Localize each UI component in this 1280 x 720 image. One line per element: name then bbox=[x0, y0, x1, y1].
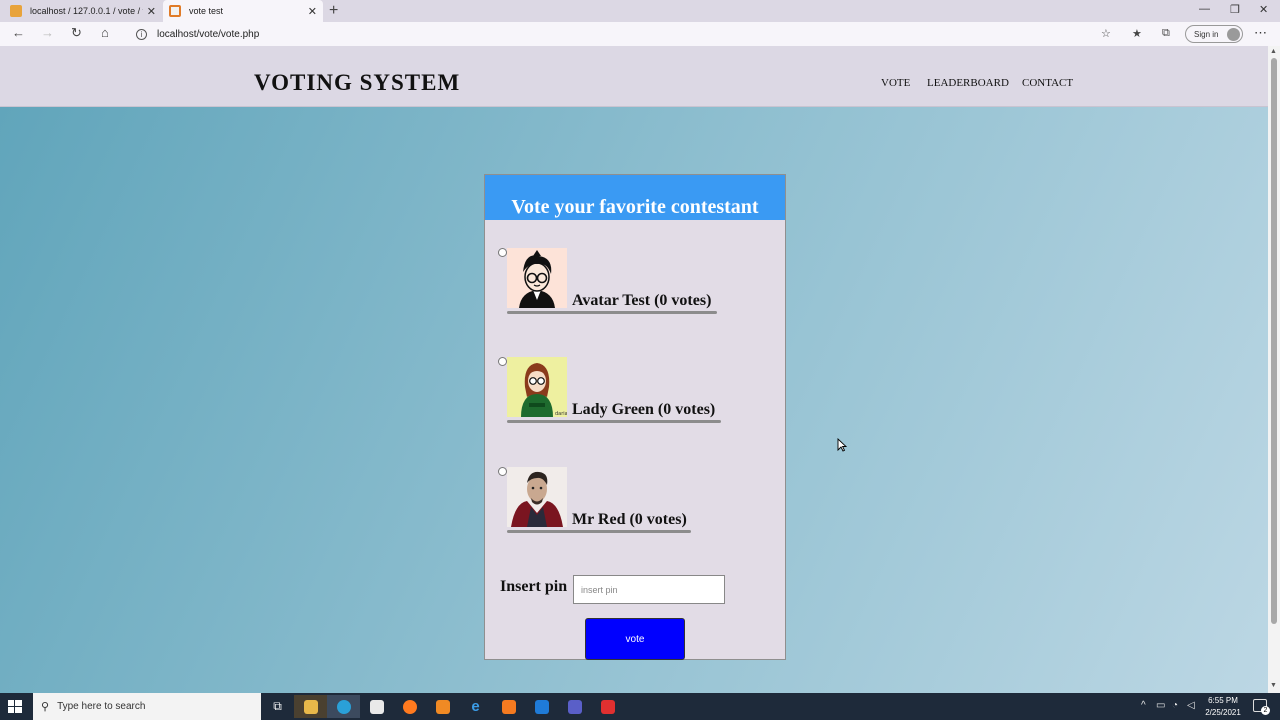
taskbar-search-box[interactable]: ⚲ Type here to search bbox=[33, 693, 261, 720]
url-text: localhost/vote/vote.php bbox=[157, 29, 260, 40]
tab-title: localhost / 127.0.0.1 / vote / vote bbox=[30, 6, 143, 16]
edge-browser-icon[interactable] bbox=[327, 695, 360, 718]
candidate-radio[interactable] bbox=[498, 467, 507, 476]
browser-toolbar: ← → ↻ ⌂ i localhost/vote/vote.php ☆ ★ ⧉ … bbox=[0, 22, 1280, 46]
taskbar-clock[interactable]: 6:55 PM 2/25/2021 bbox=[1200, 695, 1246, 719]
candidate-divider bbox=[507, 530, 691, 533]
collections-icon[interactable]: ⧉ bbox=[1162, 27, 1170, 40]
home-icon[interactable]: ⌂ bbox=[101, 25, 109, 40]
favorites-icon[interactable]: ★ bbox=[1132, 27, 1142, 40]
candidate-radio[interactable] bbox=[498, 357, 507, 366]
file-explorer-icon[interactable] bbox=[294, 695, 327, 718]
candidate-divider bbox=[507, 420, 721, 423]
site-favicon-icon bbox=[169, 5, 181, 17]
pin-input[interactable] bbox=[573, 575, 725, 604]
scrollbar-thumb[interactable] bbox=[1271, 58, 1277, 624]
site-info-icon[interactable]: i bbox=[136, 29, 147, 40]
svg-text:daria: daria bbox=[555, 411, 567, 417]
cartoon-woman-avatar-icon: daria bbox=[507, 357, 567, 417]
new-tab-icon[interactable]: + bbox=[329, 2, 338, 20]
back-icon[interactable]: ← bbox=[12, 25, 25, 40]
mouse-cursor-icon bbox=[837, 438, 847, 452]
sublime-text-icon[interactable] bbox=[426, 695, 459, 718]
candidate-radio[interactable] bbox=[498, 248, 507, 257]
nav-link-vote[interactable]: VOTE bbox=[881, 77, 910, 89]
taskbar-search-placeholder: Type here to search bbox=[57, 701, 146, 712]
close-tab-icon[interactable]: ✕ bbox=[147, 5, 156, 18]
show-hidden-icons-icon[interactable]: ^ bbox=[1141, 700, 1146, 711]
minimize-window-icon[interactable]: — bbox=[1199, 3, 1210, 15]
sign-in-label: Sign in bbox=[1194, 29, 1219, 39]
vote-form: Vote your favorite contestant Avatar Tes… bbox=[484, 174, 786, 660]
search-icon: ⚲ bbox=[41, 701, 50, 713]
clock-time: 6:55 PM bbox=[1208, 696, 1238, 705]
sign-in-button[interactable]: Sign in bbox=[1185, 25, 1243, 43]
more-options-icon[interactable]: ⋯ bbox=[1254, 25, 1267, 41]
vote-button[interactable]: vote bbox=[585, 618, 685, 660]
profile-avatar-icon bbox=[1227, 28, 1240, 41]
close-tab-icon[interactable]: ✕ bbox=[308, 5, 317, 18]
scroll-down-icon[interactable]: ▼ bbox=[1270, 682, 1277, 689]
cartoon-man-avatar-icon bbox=[507, 248, 567, 308]
wifi-tray-icon[interactable]: ◔ bbox=[1172, 700, 1178, 711]
mail-icon[interactable] bbox=[525, 695, 558, 718]
refresh-icon[interactable]: ↻ bbox=[71, 25, 82, 41]
nav-link-contact[interactable]: CONTACT bbox=[1022, 77, 1073, 89]
forward-icon[interactable]: → bbox=[41, 25, 54, 40]
teams-icon[interactable] bbox=[558, 695, 591, 718]
vote-form-title: Vote your favorite contestant bbox=[511, 196, 759, 218]
add-favorite-icon[interactable]: ☆ bbox=[1101, 27, 1111, 40]
page-viewport: VOTING SYSTEM VOTE LEADERBOARD CONTACT V… bbox=[0, 46, 1268, 693]
xampp-icon[interactable] bbox=[492, 695, 525, 718]
windows-taskbar: ⚲ Type here to search ⧉ e ^ ▭ ◔ ◁ 6:55 P… bbox=[0, 693, 1280, 720]
volume-tray-icon[interactable]: ◁ bbox=[1187, 700, 1195, 711]
candidate-name: Avatar Test (0 votes) bbox=[572, 292, 712, 309]
browser-tab-vote-test[interactable]: vote test ✕ bbox=[163, 0, 323, 22]
firefox-icon[interactable] bbox=[393, 695, 426, 718]
site-header: VOTING SYSTEM VOTE LEADERBOARD CONTACT bbox=[0, 46, 1268, 107]
notification-count: 2 bbox=[1261, 706, 1270, 715]
notification-center-icon[interactable]: 2 bbox=[1253, 699, 1270, 715]
site-title: VOTING SYSTEM bbox=[254, 70, 461, 95]
candidate-option[interactable]: daria Lady Green (0 votes) bbox=[498, 357, 778, 427]
network-tray-icon[interactable]: ▭ bbox=[1156, 700, 1165, 711]
tab-title: vote test bbox=[189, 6, 224, 16]
store-icon[interactable] bbox=[360, 695, 393, 718]
candidate-option[interactable]: Avatar Test (0 votes) bbox=[498, 248, 778, 318]
clock-date: 2/25/2021 bbox=[1205, 708, 1241, 717]
close-window-icon[interactable]: ✕ bbox=[1259, 3, 1268, 16]
browser-tab-phpmyadmin[interactable]: localhost / 127.0.0.1 / vote / vote ✕ bbox=[4, 0, 162, 22]
scroll-up-icon[interactable]: ▲ bbox=[1270, 48, 1277, 55]
candidate-divider bbox=[507, 311, 717, 314]
candidate-name: Lady Green (0 votes) bbox=[572, 401, 716, 418]
windows-start-icon[interactable] bbox=[8, 700, 22, 713]
phpmyadmin-favicon-icon bbox=[10, 5, 22, 17]
nav-link-leaderboard[interactable]: LEADERBOARD bbox=[927, 77, 1009, 89]
candidate-option[interactable]: Mr Red (0 votes) bbox=[498, 467, 778, 537]
internet-explorer-icon[interactable]: e bbox=[459, 695, 492, 718]
browser-tab-strip: localhost / 127.0.0.1 / vote / vote ✕ vo… bbox=[0, 0, 1280, 22]
candidate-name: Mr Red (0 votes) bbox=[572, 511, 687, 528]
address-bar[interactable]: i localhost/vote/vote.php bbox=[130, 25, 1178, 44]
page-scrollbar[interactable]: ▲ ▼ bbox=[1268, 46, 1280, 693]
restore-window-icon[interactable]: ❐ bbox=[1230, 3, 1240, 16]
screen-recorder-icon[interactable] bbox=[591, 695, 624, 718]
task-view-icon[interactable]: ⧉ bbox=[261, 695, 294, 718]
pin-label: Insert pin bbox=[500, 578, 568, 595]
vote-form-header: Vote your favorite contestant bbox=[485, 175, 785, 220]
man-red-cape-avatar-icon bbox=[507, 467, 567, 527]
